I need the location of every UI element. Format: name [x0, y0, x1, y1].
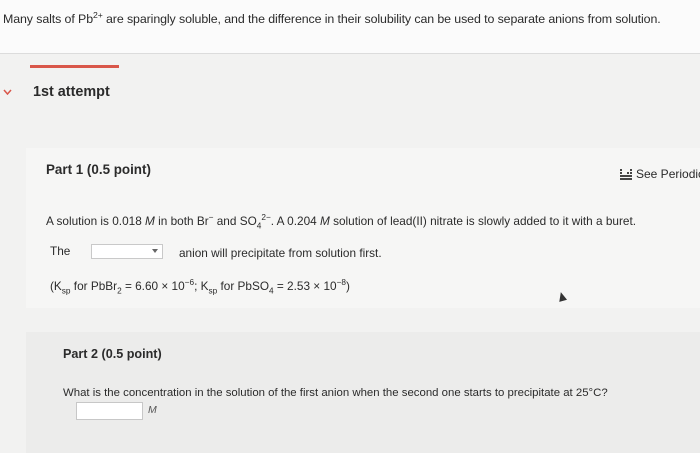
concentration-answer-input[interactable]: [76, 402, 143, 420]
see-periodic-label: See Periodic: [636, 167, 700, 181]
attempt-accent-line: [30, 65, 119, 68]
intro-text: Many salts of Pb2+ are sparingly soluble…: [3, 9, 661, 26]
attempt-label: 1st attempt: [33, 84, 110, 100]
periodic-table-icon: [620, 168, 632, 180]
part1-title: Part 1 (0.5 point): [46, 162, 151, 177]
see-periodic-link[interactable]: See Periodic: [620, 167, 700, 181]
ksp-info: (Ksp for PbBr2 = 6.60 × 10−6; Ksp for Pb…: [50, 278, 350, 296]
unit-label: M: [148, 404, 157, 416]
part2-question: What is the concentration in the solutio…: [63, 387, 608, 399]
dropdown-arrow-icon: [152, 249, 158, 253]
anion-select[interactable]: [91, 244, 163, 259]
part1-question: A solution is 0.018 M in both Br− and SO…: [46, 213, 637, 231]
precipitate-text: anion will precipitate from solution fir…: [179, 246, 382, 260]
divider: [0, 53, 700, 54]
chevron-down-icon[interactable]: [3, 89, 12, 95]
intro-banner: Many salts of Pb2+ are sparingly soluble…: [0, 0, 700, 54]
part2-title: Part 2 (0.5 point): [63, 347, 162, 361]
the-label: The: [50, 244, 71, 258]
